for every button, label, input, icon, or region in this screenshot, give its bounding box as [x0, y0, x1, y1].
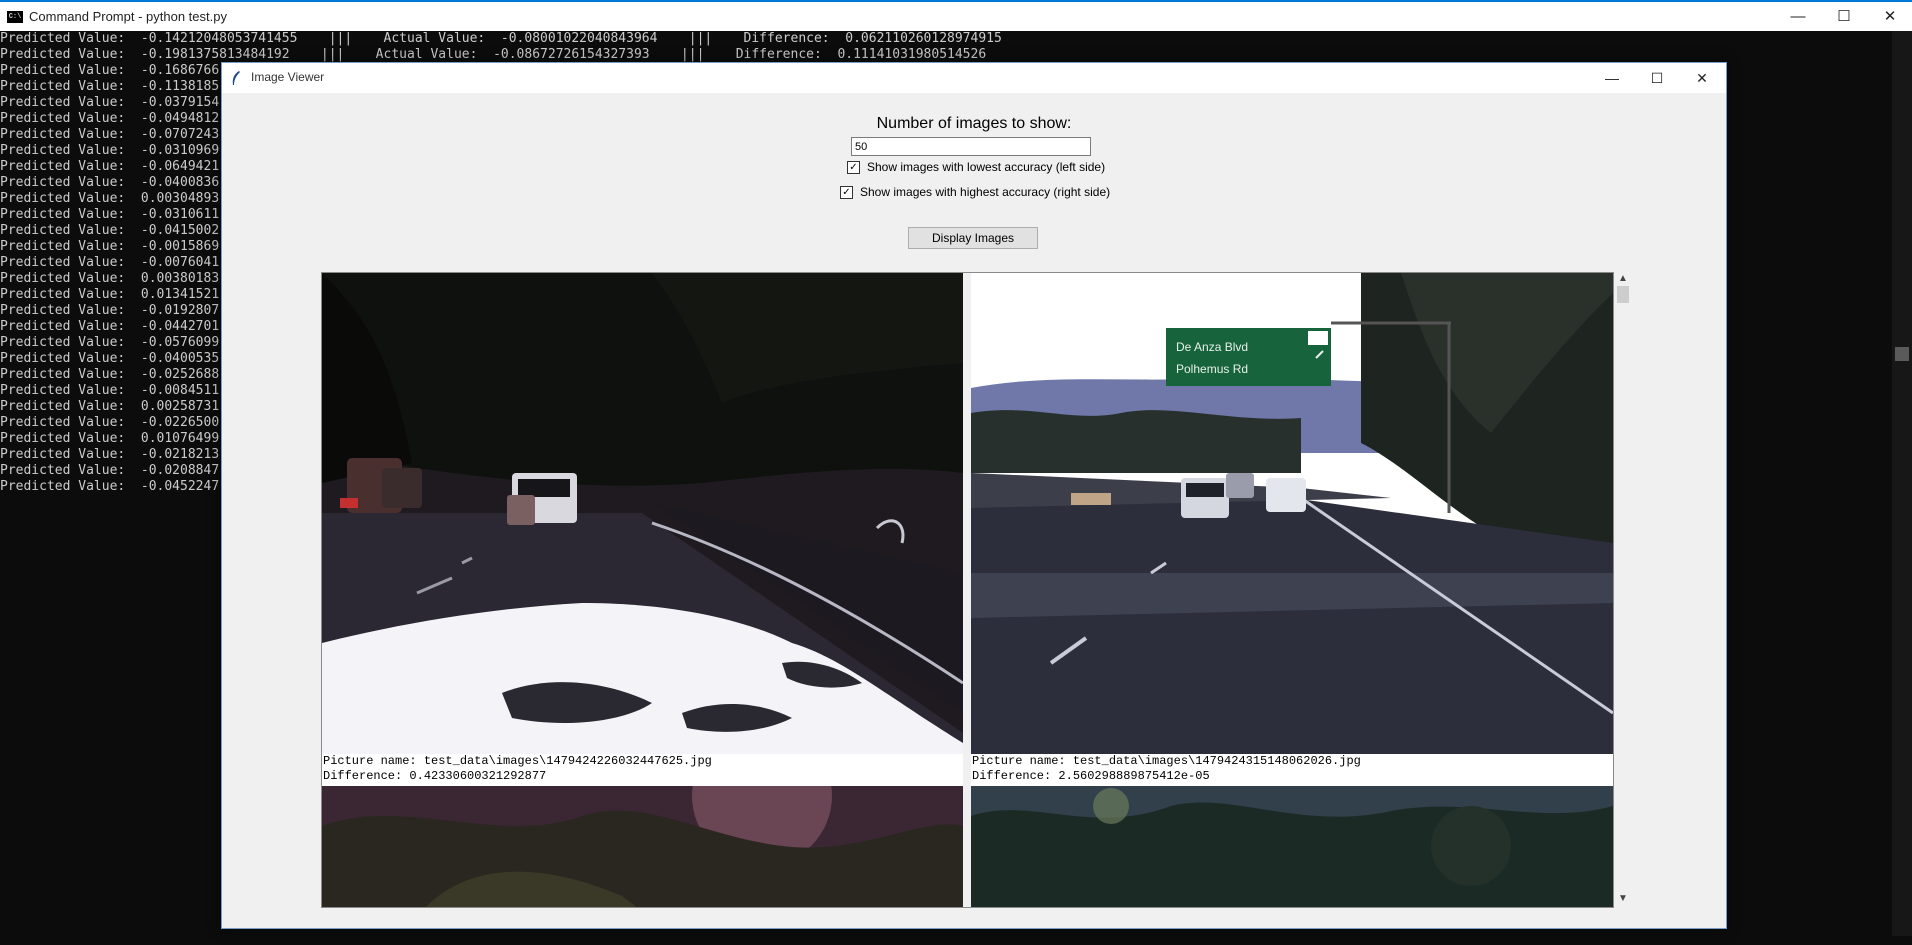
image-canvas[interactable]: Picture name: test_data\images\147942422…	[321, 272, 1614, 908]
scroll-down-icon[interactable]: ▼	[1615, 892, 1631, 906]
road-image-highest: De Anza Blvd Polhemus Rd	[971, 273, 1613, 754]
console-title: Command Prompt - python test.py	[29, 9, 227, 24]
road-image-next-right	[971, 786, 1613, 907]
freeway-sign-line-2: Polhemus Rd	[1176, 362, 1248, 376]
checkbox-check-icon[interactable]: ✓	[840, 185, 853, 199]
difference-value: Difference: 2.560298889875412e-05	[972, 769, 1210, 783]
canvas-scroll-thumb[interactable]	[1617, 286, 1629, 303]
viewer-close-button[interactable]: ✕	[1679, 63, 1725, 93]
difference-value: Difference: 0.42330600321292877	[323, 769, 547, 783]
highest-accuracy-checkbox[interactable]: ✓ Show images with highest accuracy (rig…	[840, 184, 1110, 200]
image-viewer-window: Image Viewer — ☐ ✕ Number of images to s…	[221, 62, 1727, 929]
canvas-scrollbar[interactable]: ▲ ▼	[1615, 272, 1631, 908]
console-scroll-thumb[interactable]	[1895, 347, 1909, 361]
console-titlebar: C:\ Command Prompt - python test.py — ☐ …	[0, 0, 1912, 31]
image-caption-left: Picture name: test_data\images\147942422…	[322, 754, 963, 786]
num-images-input[interactable]	[851, 137, 1091, 156]
viewer-minimize-button[interactable]: —	[1589, 63, 1635, 93]
lowest-accuracy-label: Show images with lowest accuracy (left s…	[867, 160, 1106, 174]
tk-feather-icon	[232, 71, 240, 85]
console-maximize-button[interactable]: ☐	[1821, 2, 1867, 31]
console-line: Predicted Value: -0.1981375813484192 |||…	[0, 47, 987, 62]
lowest-accuracy-checkbox[interactable]: ✓ Show images with lowest accuracy (left…	[847, 159, 1105, 175]
scroll-up-icon[interactable]: ▲	[1615, 272, 1631, 286]
road-image-lowest	[322, 273, 963, 754]
highest-accuracy-label: Show images with highest accuracy (right…	[860, 185, 1111, 199]
console-scrollbar[interactable]	[1892, 31, 1912, 936]
picture-name: Picture name: test_data\images\147942431…	[972, 754, 1361, 768]
viewer-titlebar: Image Viewer — ☐ ✕	[222, 63, 1726, 93]
num-images-label: Number of images to show:	[876, 115, 1072, 132]
viewer-title: Image Viewer	[251, 70, 325, 84]
command-prompt-icon: C:\	[7, 11, 23, 23]
display-images-button[interactable]: Display Images	[908, 227, 1038, 249]
console-close-button[interactable]: ✕	[1867, 2, 1912, 31]
checkbox-check-icon[interactable]: ✓	[847, 160, 860, 174]
image-caption-right: Picture name: test_data\images\147942431…	[971, 754, 1613, 786]
freeway-sign-line-1: De Anza Blvd	[1176, 340, 1248, 354]
viewer-maximize-button[interactable]: ☐	[1634, 63, 1680, 93]
console-line: Predicted Value: -0.14212048053741455 ||…	[0, 31, 1002, 46]
console-minimize-button[interactable]: —	[1775, 2, 1821, 31]
picture-name: Picture name: test_data\images\147942422…	[323, 754, 712, 768]
road-image-next-left	[322, 786, 963, 907]
